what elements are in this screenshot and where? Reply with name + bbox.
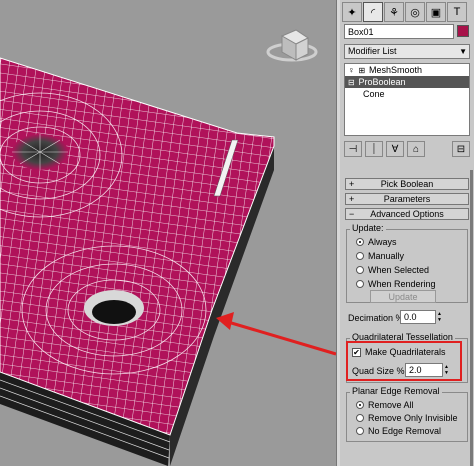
make-unique-icon[interactable]: ∀	[386, 141, 404, 157]
stack-item-meshsmooth[interactable]: ♀ ⊞ MeshSmooth	[345, 64, 469, 76]
stack-item-label: MeshSmooth	[369, 65, 423, 75]
decimation-label: Decimation %:	[348, 313, 407, 323]
pin-stack-icon[interactable]: ⊣	[344, 141, 362, 157]
mesh-render	[0, 29, 336, 466]
annotation-arrow	[216, 312, 336, 356]
show-end-result-icon[interactable]: ⏐	[365, 141, 383, 157]
rollout-label: Parameters	[383, 194, 431, 204]
rollout-label: Pick Boolean	[380, 179, 434, 189]
radio-when-rendering[interactable]: When Rendering	[356, 279, 436, 289]
object-color-swatch[interactable]	[457, 25, 469, 37]
radio-label: Manually	[368, 251, 405, 261]
radio-dot	[356, 401, 364, 409]
radio-remove-all[interactable]: Remove All	[356, 400, 414, 410]
radio-no-edge-removal[interactable]: No Edge Removal	[356, 426, 441, 436]
hierarchy-icon[interactable]: ⚘	[384, 2, 404, 22]
decimation-spinner[interactable]: ▲ ▼	[437, 311, 442, 323]
radio-label: No Edge Removal	[368, 426, 442, 436]
radio-dot	[356, 252, 364, 260]
command-panel: ✦ ◜ ⚘ ◎ ▣ T Box01 Modifier List ▼ ♀ ⊞ Me…	[340, 0, 474, 466]
stack-item-cone[interactable]: Cone	[345, 88, 469, 100]
perspective-viewport[interactable]	[0, 0, 336, 466]
modifier-stack[interactable]: ♀ ⊞ MeshSmooth ⊟ ProBoolean Cone	[344, 63, 470, 136]
stack-item-label: ProBoolean	[358, 77, 406, 87]
radio-remove-only-invisible[interactable]: Remove Only Invisible	[356, 413, 458, 423]
radio-label: When Rendering	[368, 279, 436, 289]
radio-when-selected[interactable]: When Selected	[356, 265, 429, 275]
radio-label: Always	[368, 237, 397, 247]
remove-modifier-icon[interactable]: ⌂	[407, 141, 425, 157]
rollout-advanced-options[interactable]: − Advanced Options	[345, 208, 469, 220]
radio-label: Remove All	[368, 400, 414, 410]
viewcube-icon	[266, 29, 318, 62]
rollout-pick-boolean[interactable]: + Pick Boolean	[345, 178, 469, 190]
update-button[interactable]: Update	[370, 290, 436, 303]
radio-dot	[356, 414, 364, 422]
radio-dot	[356, 238, 364, 246]
radio-dot	[356, 280, 364, 288]
radio-always[interactable]: Always	[356, 237, 397, 247]
modify-icon[interactable]: ◜	[363, 2, 383, 22]
decimation-field[interactable]: 0.0	[400, 310, 436, 324]
motion-icon[interactable]: ◎	[405, 2, 425, 22]
modifier-list-label: Modifier List	[348, 46, 397, 56]
update-group-title: Update:	[350, 223, 386, 233]
lightbulb-icon[interactable]: ♀	[348, 64, 356, 76]
radio-dot	[356, 266, 364, 274]
annotation-highlight-box	[346, 341, 462, 381]
planar-edge-removal-title: Planar Edge Removal	[350, 386, 442, 396]
stack-toolbar: ⊣ ⏐ ∀ ⌂ ⊟	[344, 140, 470, 158]
modifier-list-dropdown[interactable]: Modifier List ▼	[344, 44, 470, 59]
command-panel-tabs: ✦ ◜ ⚘ ◎ ▣ T	[342, 2, 470, 24]
rollout-parameters[interactable]: + Parameters	[345, 193, 469, 205]
rollout-label: Advanced Options	[370, 209, 444, 219]
panel-scrollbar[interactable]	[470, 170, 473, 466]
object-name-field[interactable]: Box01	[344, 24, 454, 39]
create-icon[interactable]: ✦	[342, 2, 362, 22]
configure-modifier-sets-icon[interactable]: ⊟	[452, 141, 470, 157]
chevron-down-icon: ▼	[459, 47, 467, 56]
display-icon[interactable]: ▣	[426, 2, 446, 22]
radio-label: Remove Only Invisible	[368, 413, 458, 423]
radio-label: When Selected	[368, 265, 430, 275]
radio-manually[interactable]: Manually	[356, 251, 404, 261]
stack-item-label: Cone	[363, 89, 385, 99]
utilities-icon[interactable]: T	[447, 2, 467, 22]
radio-dot	[356, 427, 364, 435]
stack-item-proboolean[interactable]: ⊟ ProBoolean	[345, 76, 469, 88]
